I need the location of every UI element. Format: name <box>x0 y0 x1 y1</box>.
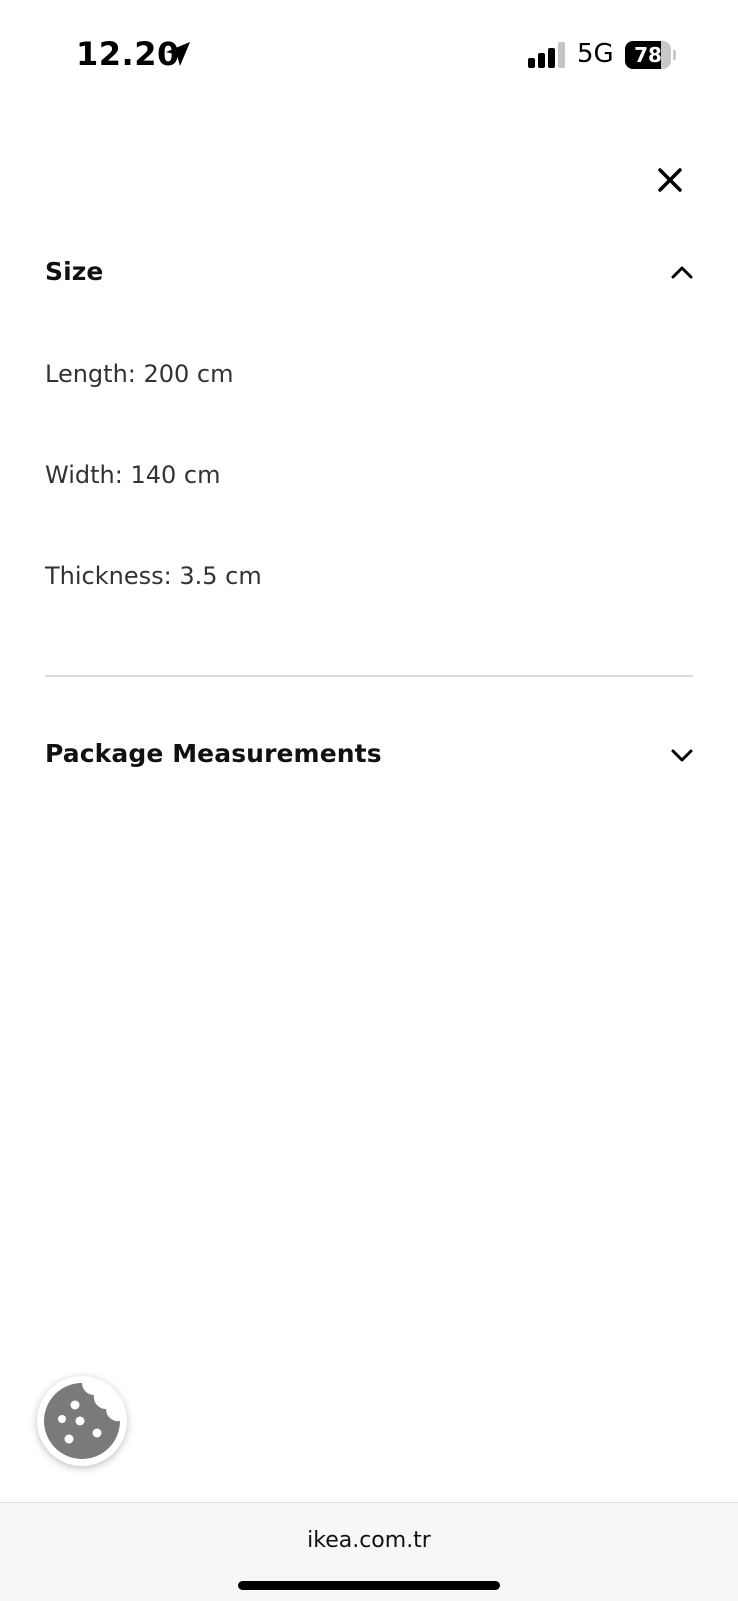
size-section-title: Size <box>45 257 104 286</box>
chevron-up-icon <box>671 266 693 279</box>
signal-icon <box>528 42 565 68</box>
package-measurements-section-title: Package Measurements <box>45 739 382 768</box>
network-type-label: 5G <box>577 39 614 69</box>
size-thickness: Thickness: 3.5 cm <box>45 562 262 590</box>
browser-bottom-bar: ikea.com.tr <box>0 1502 738 1601</box>
size-width: Width: 140 cm <box>45 461 221 489</box>
close-icon <box>658 168 682 192</box>
location-arrow-icon <box>166 42 190 66</box>
home-indicator[interactable] <box>238 1581 500 1590</box>
size-section-header[interactable]: Size <box>45 247 695 297</box>
close-button[interactable] <box>648 158 692 202</box>
package-measurements-section-header[interactable]: Package Measurements <box>45 729 695 779</box>
size-length: Length: 200 cm <box>45 360 234 388</box>
cookie-settings-button[interactable] <box>37 1376 127 1466</box>
battery-percent: 78 <box>634 43 662 67</box>
url-address-label[interactable]: ikea.com.tr <box>0 1521 738 1561</box>
cookie-icon <box>44 1383 120 1459</box>
battery-icon: 78 <box>625 41 676 69</box>
chevron-down-icon <box>671 749 693 762</box>
status-bar: 12.20 5G 78 <box>0 0 738 110</box>
section-divider <box>45 675 693 677</box>
